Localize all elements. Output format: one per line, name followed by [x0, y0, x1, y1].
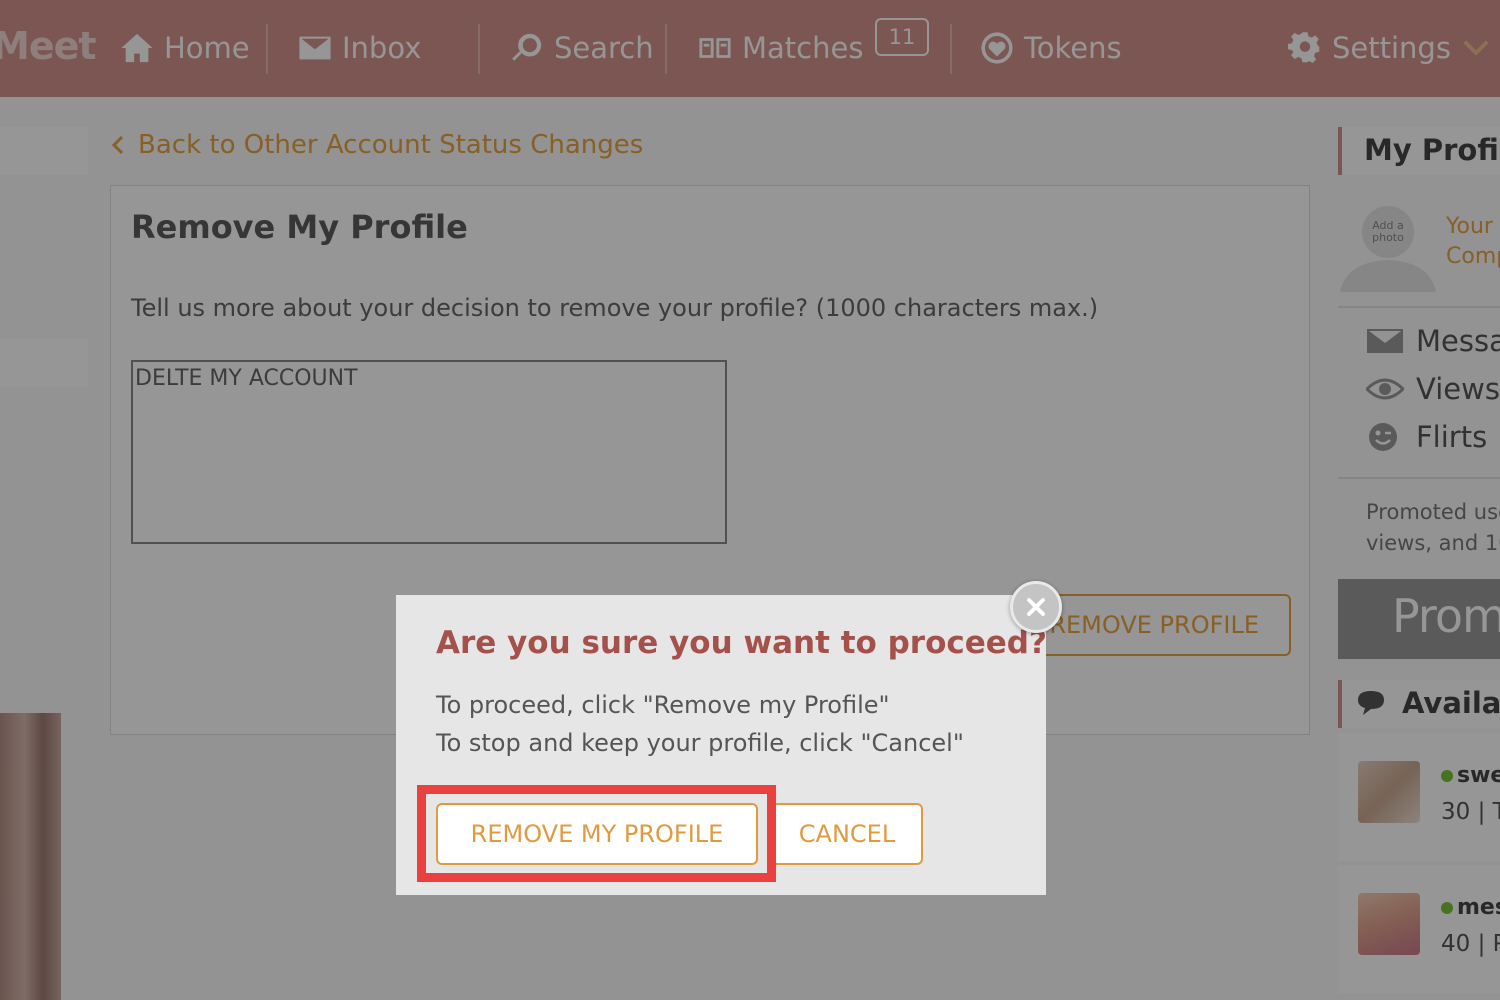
confirm-dialog: Are you sure you want to proceed? To pro…	[396, 595, 1047, 895]
dialog-title: Are you sure you want to proceed?	[436, 625, 1047, 661]
dialog-close-button[interactable]	[1010, 581, 1062, 633]
close-icon	[1027, 598, 1045, 616]
cancel-button[interactable]: CANCEL	[771, 803, 923, 865]
dialog-instruction-proceed: To proceed, click "Remove my Profile"	[436, 691, 890, 719]
remove-my-profile-button[interactable]: REMOVE MY PROFILE	[436, 803, 758, 865]
dialog-instruction-cancel: To stop and keep your profile, click "Ca…	[436, 729, 964, 757]
